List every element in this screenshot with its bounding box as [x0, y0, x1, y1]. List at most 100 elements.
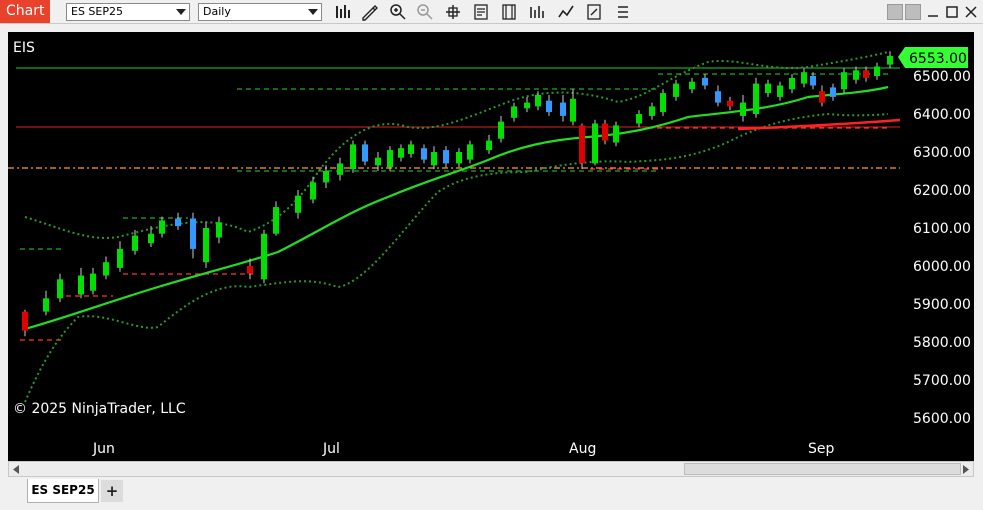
- last-price-value: 6553.00: [909, 51, 967, 67]
- candle-body: [789, 77, 795, 90]
- snapshot-icon[interactable]: [585, 3, 603, 21]
- tab-es-sep25[interactable]: ES SEP25: [27, 479, 99, 503]
- candle-body: [740, 102, 746, 116]
- price-label: 5900.00: [913, 297, 971, 313]
- candle: [421, 144, 427, 164]
- interval-selector[interactable]: Daily: [198, 3, 322, 21]
- month-label-aug: Aug: [569, 441, 596, 457]
- candle: [295, 190, 301, 219]
- candle: [524, 96, 530, 113]
- candle: [546, 95, 552, 116]
- price-label: 6400.00: [913, 107, 971, 123]
- window-tile-button[interactable]: [887, 4, 903, 20]
- candle-body: [535, 95, 541, 107]
- candle-body: [203, 228, 209, 263]
- symbol-label: EIS: [13, 40, 35, 56]
- candle-body: [57, 279, 63, 299]
- candlesticks: [22, 51, 893, 337]
- chart-panel[interactable]: 6500.00 6400.00 6300.00 6200.00 6100.00 6000.…: [8, 32, 974, 461]
- price-label: 5600.00: [913, 411, 971, 427]
- horizontal-scrollbar[interactable]: [8, 461, 974, 477]
- price-chart[interactable]: 6500.00 6400.00 6300.00 6200.00 6100.00 6000.…: [8, 32, 974, 461]
- candle-body: [247, 266, 253, 274]
- candle: [398, 144, 404, 162]
- drawing-tool-icon[interactable]: [360, 3, 378, 21]
- zoom-out-icon[interactable]: [416, 3, 434, 21]
- candle-body: [398, 148, 404, 158]
- candle: [777, 81, 783, 101]
- candle-body: [310, 182, 316, 200]
- price-axis: 6500.00 6400.00 6300.00 6200.00 6100.00 6000.…: [913, 69, 971, 427]
- instrument-selector[interactable]: ES SEP25: [66, 3, 190, 21]
- candle: [740, 95, 746, 122]
- price-label: 5700.00: [913, 373, 971, 389]
- instrument-value: ES SEP25: [71, 5, 123, 18]
- candle: [810, 72, 816, 90]
- add-tab-button[interactable]: +: [101, 480, 123, 502]
- candle: [715, 85, 721, 107]
- upper-band: [24, 51, 889, 239]
- candle: [486, 134, 492, 154]
- candle: [863, 66, 869, 82]
- crosshair-icon[interactable]: [444, 3, 462, 21]
- maximize-icon[interactable]: [944, 4, 960, 20]
- candle-body: [570, 98, 576, 122]
- candle-body: [362, 144, 368, 162]
- data-box-icon[interactable]: [500, 3, 518, 21]
- month-label-jul: Jul: [322, 441, 340, 457]
- candle-body: [511, 106, 517, 118]
- candle-body: [660, 93, 666, 113]
- candle: [350, 140, 356, 173]
- strategies-icon[interactable]: [557, 3, 575, 21]
- candle-body: [78, 275, 84, 295]
- candle: [789, 74, 795, 94]
- candle-body: [649, 106, 655, 116]
- candle-body: [613, 125, 619, 143]
- more-icon[interactable]: [614, 3, 632, 21]
- app-label[interactable]: Chart: [0, 0, 50, 23]
- candle: [579, 123, 585, 170]
- candle-body: [560, 102, 566, 116]
- candle: [117, 241, 123, 272]
- candle: [560, 95, 566, 122]
- candle-body: [350, 144, 356, 170]
- candle-body: [190, 218, 196, 249]
- candle: [765, 79, 771, 97]
- candle-body: [636, 114, 642, 124]
- scroll-right-icon[interactable]: [962, 465, 970, 474]
- close-icon[interactable]: [963, 4, 979, 20]
- indicators-icon[interactable]: [528, 3, 546, 21]
- candle: [175, 212, 181, 230]
- candle: [337, 157, 343, 181]
- properties-icon[interactable]: [472, 3, 490, 21]
- title-bar: Chart ES SEP25 Daily: [0, 0, 983, 24]
- candle-body: [863, 70, 869, 78]
- candle: [43, 290, 49, 316]
- candle: [148, 226, 154, 247]
- price-label: 6200.00: [913, 183, 971, 199]
- candle: [753, 77, 759, 118]
- candle-body: [117, 248, 123, 268]
- candle-body: [387, 150, 393, 168]
- scroll-left-icon[interactable]: [12, 465, 20, 474]
- moving-average-line: [24, 85, 889, 331]
- copyright-label: © 2025 NinjaTrader, LLC: [13, 401, 186, 417]
- candle-body: [777, 85, 783, 97]
- candle-body: [546, 100, 552, 113]
- candle: [431, 146, 437, 170]
- window-pin-button[interactable]: [905, 4, 921, 20]
- candle: [190, 212, 196, 259]
- candle: [673, 79, 679, 101]
- minimize-icon[interactable]: [925, 4, 941, 20]
- chevron-down-icon: [308, 9, 318, 15]
- candle-body: [830, 87, 836, 97]
- candle-body: [175, 218, 181, 227]
- candle-body: [22, 311, 28, 331]
- bar-type-icon[interactable]: [333, 3, 351, 21]
- zoom-in-icon[interactable]: [389, 3, 407, 21]
- candle-body: [715, 91, 721, 103]
- candle-body: [421, 148, 427, 160]
- price-label: 6500.00: [913, 69, 971, 85]
- scroll-thumb[interactable]: [684, 463, 961, 475]
- candle: [874, 62, 880, 80]
